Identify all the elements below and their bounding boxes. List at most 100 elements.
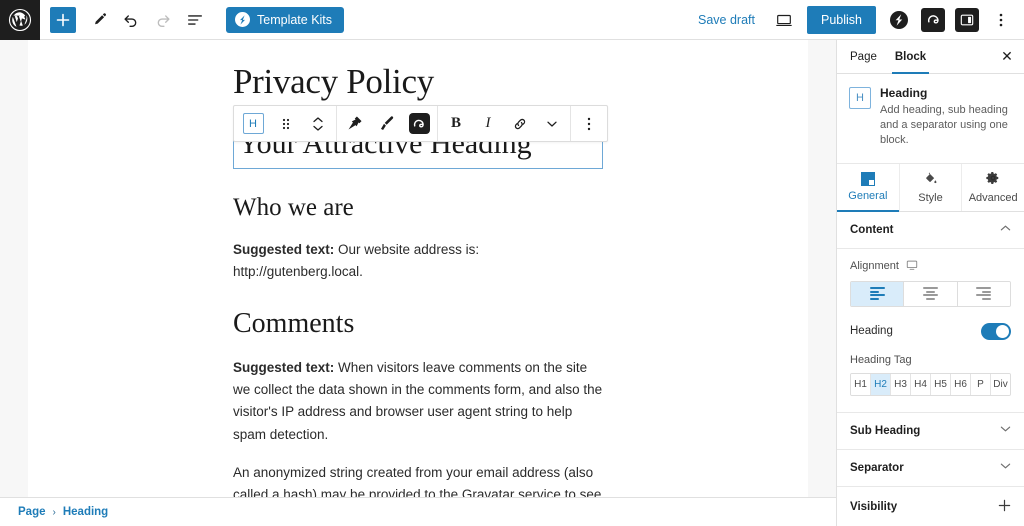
heading-block-icon: H (242, 113, 264, 134)
publish-button[interactable]: Publish (807, 5, 876, 34)
chevron-down-icon-2 (1000, 462, 1011, 473)
align-right-button[interactable] (957, 281, 1010, 306)
heading-tag-h3[interactable]: H3 (891, 373, 911, 395)
align-center-button[interactable] (904, 281, 958, 306)
chevron-up-icon (1000, 224, 1011, 235)
heading-tag-h1[interactable]: H1 (851, 373, 871, 395)
breadcrumb-item-page[interactable]: Page (18, 506, 46, 518)
page-title: Privacy Policy (233, 62, 434, 101)
block-description: Add heading, sub heading and a separator… (880, 104, 1008, 147)
heading-tag-p[interactable]: P (971, 373, 991, 395)
panel-sub-heading-title: Sub Heading (850, 424, 921, 437)
template-kits-button[interactable]: Template Kits (226, 6, 345, 33)
heading-tag-h4[interactable]: H4 (911, 373, 931, 395)
block-type-heading-button[interactable]: H (236, 106, 270, 141)
gear-icon (986, 171, 1000, 188)
heading-toggle[interactable] (981, 322, 1011, 340)
heading-who-we-are[interactable]: Who we are (233, 193, 603, 223)
heading-tag-group: H1 H2 H3 H4 H5 H6 P Div (850, 372, 1011, 396)
tab-block[interactable]: Block (886, 40, 935, 74)
list-view-icon[interactable] (180, 5, 210, 35)
heading-tag-label-text: Heading Tag (850, 353, 912, 366)
panel-content-title: Content (850, 223, 894, 236)
kebab-menu-icon[interactable] (986, 5, 1016, 35)
tab-advanced-label: Advanced (968, 191, 1018, 204)
block-toolbar-group-options (571, 106, 607, 141)
italic-glyph: I (485, 115, 491, 131)
breadcrumb: Page › Heading (0, 497, 836, 526)
drag-handle-icon[interactable] (270, 106, 302, 141)
black-rounded-square-icon[interactable] (918, 5, 948, 35)
save-draft-button[interactable]: Save draft (688, 13, 765, 27)
block-toolbar-group-block: H (234, 106, 337, 141)
settings-mode-tabs: General Style Advanced (837, 163, 1024, 212)
heading-toggle-label: Heading (850, 325, 893, 338)
more-rich-text-icon[interactable] (536, 106, 568, 141)
template-kits-pin-icon[interactable] (339, 106, 371, 141)
panel-separator-title: Separator (850, 461, 904, 474)
style-brush-icon[interactable] (371, 106, 403, 141)
wordpress-logo-icon[interactable] (0, 0, 40, 40)
tab-general[interactable]: General (837, 163, 900, 212)
desktop-icon[interactable] (906, 259, 918, 274)
paragraph-website-address[interactable]: Suggested text: Our website address is: … (233, 239, 603, 284)
tab-page[interactable]: Page (841, 40, 886, 74)
heading-tag-h2[interactable]: H2 (871, 373, 891, 395)
link-button[interactable] (504, 106, 536, 141)
bold-glyph: B (450, 115, 461, 131)
heading-toggle-row: Heading (850, 322, 1011, 340)
heading-comments[interactable]: Comments (233, 307, 603, 341)
editor-top-bar: Template Kits Save draft Publish (0, 0, 1024, 40)
paragraph-comments-data[interactable]: Suggested text: When visitors leave comm… (233, 357, 603, 446)
undo-icon[interactable] (116, 5, 146, 35)
breadcrumb-item-heading[interactable]: Heading (63, 506, 108, 518)
element-badge-icon[interactable] (403, 106, 435, 141)
breadcrumb-separator: › (52, 506, 56, 518)
block-info: H Heading Add heading, sub heading and a… (837, 74, 1024, 164)
block-options-icon[interactable] (573, 106, 605, 141)
alignment-label-text: Alignment (850, 260, 899, 273)
align-left-button[interactable] (851, 281, 905, 306)
add-block-button[interactable] (50, 6, 76, 33)
plus-icon (998, 499, 1011, 515)
block-toolbar-group-kit (337, 106, 438, 141)
close-icon[interactable]: ✕ (994, 44, 1020, 70)
sidebar-toggle-icon[interactable] (952, 5, 982, 35)
panel-visibility-title: Visibility (850, 500, 898, 513)
panel-content-header[interactable]: Content (837, 212, 1024, 249)
suggested-text-label: Suggested text: (233, 241, 335, 257)
bold-button[interactable]: B (440, 106, 472, 141)
heading-block-icon-sidebar: H (849, 87, 871, 109)
top-bar-left-tools: Template Kits (40, 5, 345, 35)
heading-tag-h5[interactable]: H5 (931, 373, 951, 395)
editor-canvas: Privacy Policy Your Attractive Heading W… (0, 40, 836, 526)
sidebar-tab-bar: Page Block ✕ (837, 40, 1024, 74)
tab-advanced[interactable]: Advanced (962, 164, 1024, 211)
redo-icon[interactable] (148, 5, 178, 35)
block-toolbar-group-format: B I (438, 106, 571, 141)
suggested-text-label-2: Suggested text: (233, 359, 335, 375)
template-kits-badge-icon (235, 12, 250, 27)
envato-bolt-icon[interactable] (884, 5, 914, 35)
desktop-preview-icon[interactable] (769, 5, 799, 35)
tab-general-label: General (848, 190, 888, 203)
edit-pen-icon[interactable] (84, 5, 114, 35)
square-block-icon (860, 172, 875, 187)
paint-bucket-icon (924, 171, 938, 188)
top-bar-right-tools: Save draft Publish (688, 5, 1024, 35)
italic-button[interactable]: I (472, 106, 504, 141)
editor-app: Template Kits Save draft Publish Privacy… (0, 0, 1024, 526)
post-content-sheet: Privacy Policy Your Attractive Heading W… (28, 40, 808, 526)
editor-body: Privacy Policy Your Attractive Heading W… (0, 40, 1024, 526)
block-settings-sidebar: Page Block ✕ H Heading Add heading, sub … (836, 40, 1024, 526)
panel-sub-heading[interactable]: Sub Heading (837, 413, 1024, 450)
tab-style[interactable]: Style (900, 163, 963, 211)
panel-content-body: Alignment Heading Heading Tag H1 H2 H3 H… (837, 249, 1024, 413)
alignment-button-group (850, 280, 1011, 307)
heading-tag-h6[interactable]: H6 (951, 373, 971, 395)
heading-tag-div[interactable]: Div (991, 373, 1010, 395)
panel-separator[interactable]: Separator (837, 450, 1024, 487)
move-up-down-icon[interactable] (302, 106, 334, 141)
panel-visibility[interactable]: Visibility (837, 487, 1024, 526)
block-toolbar: H B I (233, 105, 608, 142)
